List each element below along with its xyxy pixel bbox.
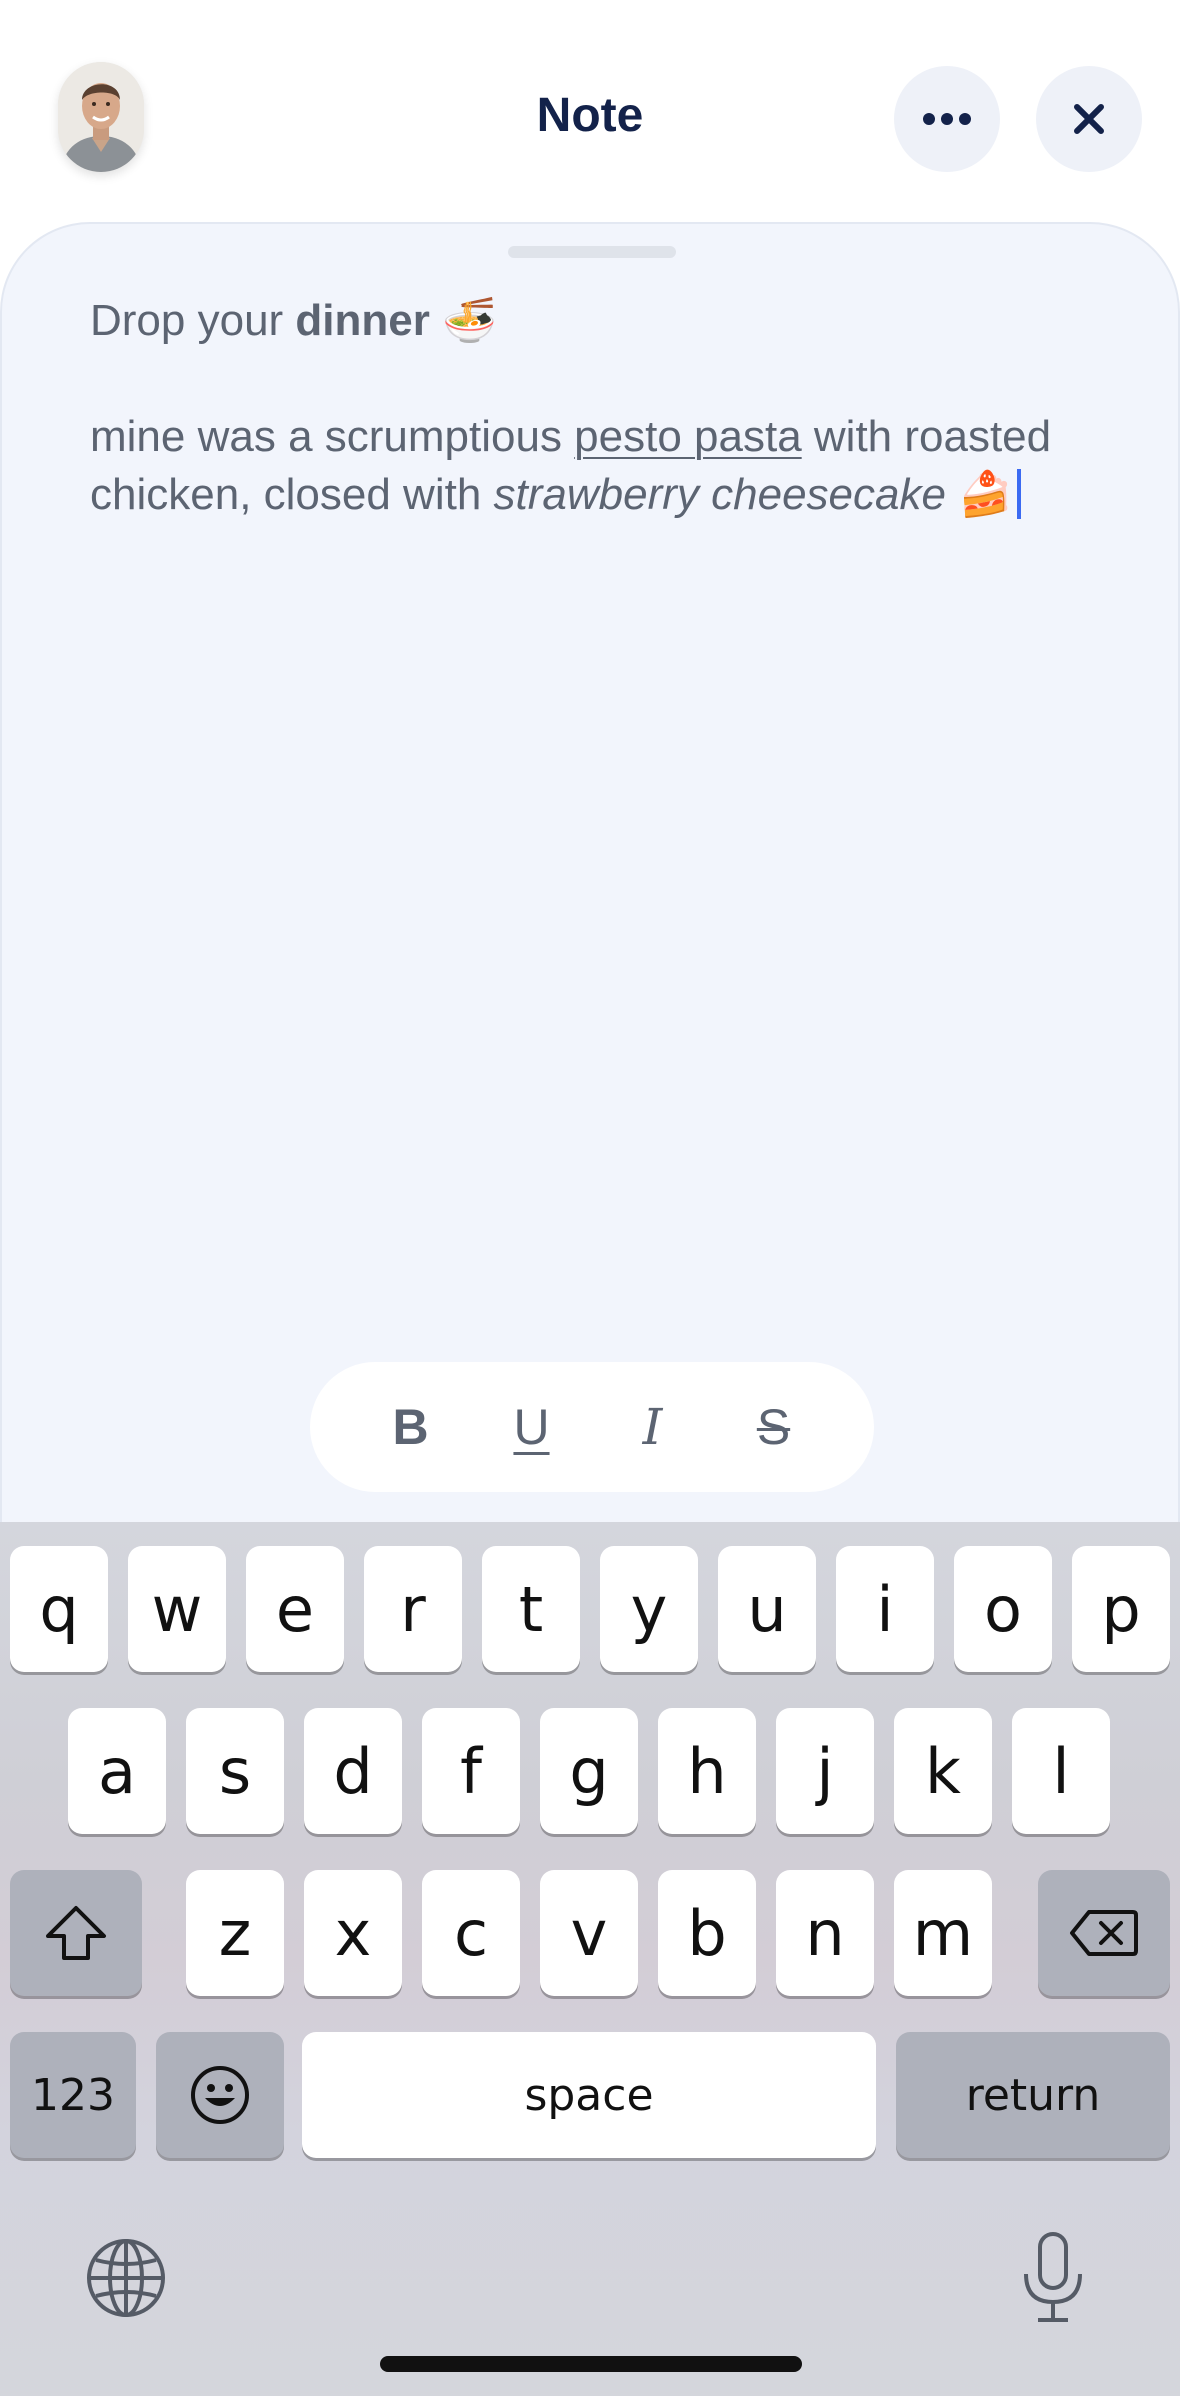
- delete-key[interactable]: [1038, 1870, 1170, 1996]
- key-f[interactable]: f: [422, 1708, 520, 1834]
- cake-emoji: 🍰: [958, 470, 1013, 519]
- globe-button[interactable]: [84, 2236, 168, 2320]
- key-m[interactable]: m: [894, 1870, 992, 1996]
- header: Note: [0, 0, 1180, 230]
- page-title: Note: [536, 89, 644, 142]
- key-a[interactable]: a: [68, 1708, 166, 1834]
- prompt-text: Drop your: [90, 296, 296, 345]
- note-editor[interactable]: Drop your dinner 🍜 mine was a scrumptiou…: [90, 292, 1090, 524]
- prompt-bold-text: dinner: [295, 296, 430, 345]
- key-b[interactable]: b: [658, 1870, 756, 1996]
- noodle-emoji: 🍜: [442, 296, 497, 345]
- body-text-1: mine was a scrumptious: [90, 412, 575, 461]
- note-prompt: Drop your dinner 🍜: [90, 292, 1090, 350]
- key-h[interactable]: h: [658, 1708, 756, 1834]
- italic-button[interactable]: I: [613, 1398, 693, 1456]
- space-key[interactable]: space: [302, 2032, 876, 2158]
- close-icon: [1074, 104, 1104, 134]
- close-button[interactable]: [1036, 66, 1142, 172]
- key-q[interactable]: q: [10, 1546, 108, 1672]
- emoji-key[interactable]: [156, 2032, 284, 2158]
- key-g[interactable]: g: [540, 1708, 638, 1834]
- shift-icon: [46, 1906, 106, 1960]
- more-button[interactable]: [894, 66, 1000, 172]
- note-body: mine was a scrumptious pesto pasta with …: [90, 408, 1090, 524]
- text-caret: [1016, 469, 1021, 519]
- key-v[interactable]: v: [540, 1870, 638, 1996]
- key-s[interactable]: s: [186, 1708, 284, 1834]
- key-i[interactable]: i: [836, 1546, 934, 1672]
- shift-key[interactable]: [10, 1870, 142, 1996]
- key-y[interactable]: y: [600, 1546, 698, 1672]
- keyboard: q w e r t y u i o p a s d f g h j k l z …: [0, 1522, 1180, 2396]
- numbers-key[interactable]: 123: [10, 2032, 136, 2158]
- more-horizontal-icon: [923, 113, 971, 125]
- key-u[interactable]: u: [718, 1546, 816, 1672]
- key-t[interactable]: t: [482, 1546, 580, 1672]
- globe-icon: [87, 2239, 165, 2317]
- format-toolbar: B U I S: [310, 1362, 874, 1492]
- key-n[interactable]: n: [776, 1870, 874, 1996]
- key-x[interactable]: x: [304, 1870, 402, 1996]
- key-r[interactable]: r: [364, 1546, 462, 1672]
- body-italic-text: strawberry cheesecake: [493, 470, 946, 519]
- microphone-icon: [1024, 2232, 1082, 2322]
- note-sheet: Drop your dinner 🍜 mine was a scrumptiou…: [0, 222, 1180, 1522]
- key-k[interactable]: k: [894, 1708, 992, 1834]
- body-underlined-text: pesto pasta: [574, 412, 802, 461]
- underline-button[interactable]: U: [492, 1398, 572, 1456]
- sheet-grabber[interactable]: [508, 246, 676, 258]
- backspace-icon: [1070, 1910, 1138, 1956]
- home-indicator[interactable]: [380, 2356, 802, 2372]
- key-j[interactable]: j: [776, 1708, 874, 1834]
- key-w[interactable]: w: [128, 1546, 226, 1672]
- strikethrough-button[interactable]: S: [734, 1398, 814, 1456]
- key-l[interactable]: l: [1012, 1708, 1110, 1834]
- return-key[interactable]: return: [896, 2032, 1170, 2158]
- emoji-icon: [191, 2066, 249, 2124]
- key-d[interactable]: d: [304, 1708, 402, 1834]
- bold-button[interactable]: B: [371, 1398, 451, 1456]
- key-e[interactable]: e: [246, 1546, 344, 1672]
- key-p[interactable]: p: [1072, 1546, 1170, 1672]
- key-o[interactable]: o: [954, 1546, 1052, 1672]
- microphone-button[interactable]: [1018, 2230, 1088, 2326]
- key-z[interactable]: z: [186, 1870, 284, 1996]
- key-c[interactable]: c: [422, 1870, 520, 1996]
